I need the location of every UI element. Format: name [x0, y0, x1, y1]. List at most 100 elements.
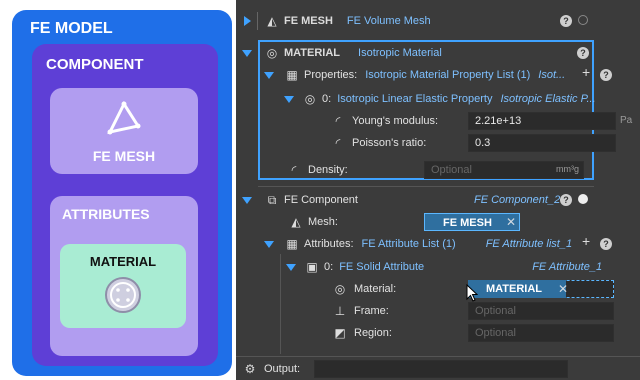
- fe-model-title: FE MODEL: [30, 20, 113, 37]
- attributes-row[interactable]: ▦ Attributes: FE Attribute List (1) FE A…: [264, 233, 572, 255]
- fe-mesh-row[interactable]: ◭ FE MESH FE Volume Mesh: [244, 10, 431, 32]
- density-label: Density:: [308, 164, 348, 176]
- component-title: FE Component: [284, 194, 358, 206]
- help-icon[interactable]: ?: [600, 69, 612, 81]
- fe-mesh-label: FE MESH: [92, 148, 156, 164]
- gear-icon: ⚙: [244, 362, 256, 376]
- collapse-arrow-icon[interactable]: [264, 71, 274, 79]
- divider: [258, 186, 594, 187]
- fe-model-box: FE MODEL COMPONENT FE MESH ATTRIBUTES MA…: [12, 10, 232, 376]
- attributes-title: ATTRIBUTES: [62, 206, 150, 222]
- item-type: Isotropic Elastic P...: [500, 93, 596, 105]
- status-dot-icon[interactable]: [578, 194, 588, 204]
- help-icon[interactable]: ?: [560, 15, 572, 27]
- poisson-label: Poisson's ratio:: [352, 137, 427, 149]
- material-reference-label: MATERIAL: [486, 283, 543, 295]
- mesh-icon: ◭: [291, 215, 301, 229]
- attributes-box: ATTRIBUTES MATERIAL: [50, 196, 198, 356]
- remove-mesh-icon[interactable]: ✕: [506, 215, 516, 229]
- collapse-arrow-icon[interactable]: [264, 240, 274, 248]
- material-title: MATERIAL: [284, 47, 341, 59]
- expand-arrow-icon[interactable]: [244, 16, 251, 26]
- solid-value: FE Solid Attribute: [339, 261, 425, 273]
- remove-material-icon[interactable]: ✕: [558, 282, 568, 296]
- properties-panel: ◭ FE MESH FE Volume Mesh ? ◎ MATERIAL Is…: [236, 0, 640, 380]
- output-field[interactable]: [314, 360, 568, 378]
- youngs-modulus-field[interactable]: 2.21e+13: [468, 112, 616, 130]
- properties-type: Isot...: [538, 69, 566, 81]
- density-unit: mm³g: [556, 164, 579, 174]
- properties-row[interactable]: ▦ Properties: Isotropic Material Propert…: [264, 64, 565, 86]
- attributes-value: FE Attribute List (1): [361, 238, 456, 250]
- youngs-modulus-row: ◜ Young's modulus:: [330, 110, 438, 132]
- region-label: Region:: [354, 327, 392, 339]
- attributes-type: FE Attribute list_1: [485, 238, 573, 250]
- parameter-icon: ◜: [335, 136, 341, 150]
- component-icon: ⧉: [267, 192, 277, 207]
- attribute-icon: ▣: [306, 260, 318, 274]
- collapse-arrow-icon[interactable]: [284, 95, 294, 103]
- material-ref-row: ◎ Material:: [332, 278, 396, 300]
- youngs-label: Young's modulus:: [352, 115, 439, 127]
- frame-field[interactable]: Optional: [468, 302, 614, 320]
- output-row: ⚙ Output:: [242, 358, 300, 380]
- material-ref-label: Material:: [354, 283, 397, 295]
- solid-attribute-row[interactable]: ▣ 0: FE Solid Attribute FE Attribute_1: [286, 256, 602, 278]
- mesh-row: ◭ Mesh:: [288, 211, 338, 233]
- fe-mesh-box: FE MESH: [50, 88, 198, 174]
- poisson-ratio-field[interactable]: 0.3: [468, 134, 616, 152]
- fe-mesh-title: FE MESH: [284, 15, 333, 27]
- help-icon[interactable]: ?: [577, 47, 589, 59]
- collapse-arrow-icon[interactable]: [242, 196, 252, 204]
- solid-index: 0:: [324, 261, 334, 273]
- material-icon: ◎: [334, 282, 346, 296]
- component-title: COMPONENT: [46, 56, 144, 73]
- material-type: Isotropic Material: [358, 47, 442, 59]
- component-type: FE Component_2: [473, 194, 561, 206]
- elastic-property-row[interactable]: ◎ 0: Isotropic Linear Elastic Property I…: [284, 88, 596, 110]
- parameter-icon: ◜: [335, 114, 341, 128]
- mesh-icon: ◭: [267, 14, 277, 28]
- collapse-arrow-icon[interactable]: [242, 49, 252, 57]
- add-property-button[interactable]: +: [582, 64, 590, 80]
- mouse-cursor-icon: [466, 284, 478, 302]
- item-index: 0:: [322, 93, 332, 105]
- mesh-label: Mesh:: [308, 216, 338, 228]
- region-icon: ◩: [334, 326, 346, 340]
- divider: [236, 356, 640, 357]
- youngs-unit: Pa: [620, 115, 633, 126]
- frame-row: ⊥ Frame:: [332, 300, 389, 322]
- properties-label: Properties:: [304, 69, 358, 81]
- status-circle-icon[interactable]: [578, 15, 588, 25]
- frame-axes-icon: ⊥: [334, 304, 346, 318]
- component-box: COMPONENT FE MESH ATTRIBUTES MATERIAL: [32, 44, 218, 366]
- component-header-row[interactable]: ⧉ FE Component FE Component_2: [242, 189, 560, 211]
- add-attribute-button[interactable]: +: [582, 233, 590, 249]
- frame-label: Frame:: [354, 305, 389, 317]
- fe-mesh-type: FE Volume Mesh: [346, 15, 431, 27]
- help-icon[interactable]: ?: [560, 194, 572, 206]
- material-reference-tag[interactable]: MATERIAL: [468, 280, 566, 298]
- material-header-row[interactable]: ◎ MATERIAL Isotropic Material: [242, 42, 442, 64]
- output-label: Output:: [264, 363, 301, 375]
- material-box: MATERIAL: [60, 244, 186, 328]
- help-icon[interactable]: ?: [600, 238, 612, 250]
- property-list-icon: ▦: [286, 68, 298, 82]
- mesh-triangle-icon: [107, 100, 141, 135]
- parameter-icon: ◜: [291, 163, 297, 177]
- material-icon: ◎: [266, 46, 278, 60]
- attribute-list-icon: ▦: [286, 237, 298, 251]
- region-field[interactable]: Optional: [468, 324, 614, 342]
- item-value: Isotropic Linear Elastic Property: [337, 93, 493, 105]
- collapse-arrow-icon[interactable]: [286, 263, 296, 271]
- material-label: MATERIAL: [89, 254, 157, 269]
- region-row: ◩ Region:: [332, 322, 392, 344]
- mesh-reference-label: FE MESH: [443, 217, 492, 229]
- poisson-ratio-row: ◜ Poisson's ratio:: [330, 132, 427, 154]
- density-row: ◜ Density:: [286, 159, 348, 181]
- material-sphere-icon: [105, 277, 141, 313]
- property-icon: ◎: [304, 92, 316, 106]
- properties-value: Isotropic Material Property List (1): [365, 69, 531, 81]
- solid-type: FE Attribute_1: [532, 261, 603, 273]
- attributes-label: Attributes:: [304, 238, 354, 250]
